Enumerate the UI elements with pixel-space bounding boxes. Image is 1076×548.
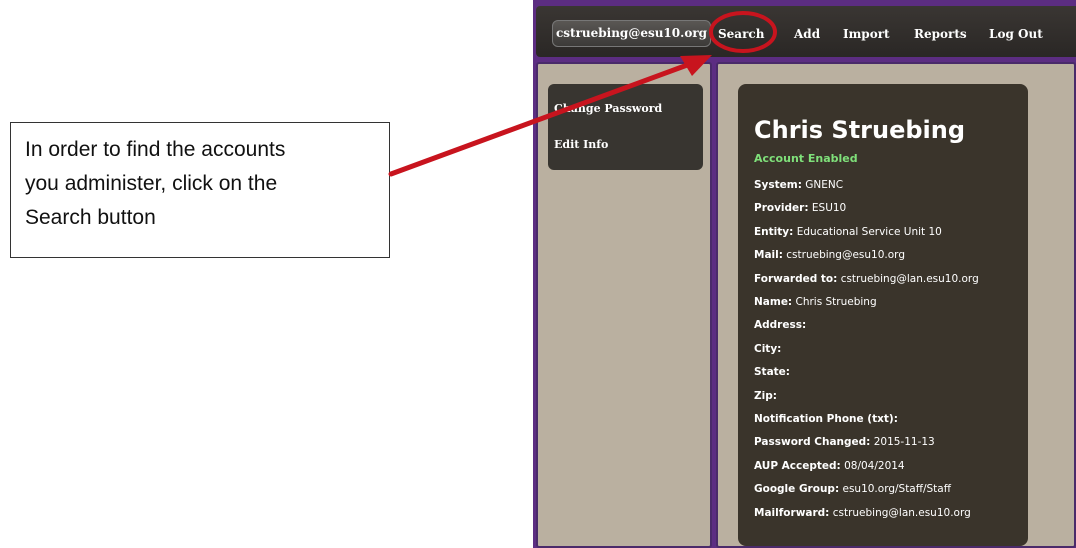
profile-field: Address: [754, 319, 806, 331]
profile-field-key: Provider: [754, 202, 809, 215]
profile-field-key: Mail: [754, 249, 783, 262]
callout-line-1: In order to find the accounts [25, 138, 286, 161]
profile-name: Chris Struebing [754, 116, 966, 144]
profile-field-value: esu10.org/Staff/Staff [842, 483, 951, 496]
profile-field-value: Educational Service Unit 10 [796, 225, 942, 238]
profile-field: Name: Chris Struebing [754, 296, 877, 308]
profile-field-value: 08/04/2014 [844, 459, 905, 472]
profile-field-key: System: [754, 179, 802, 191]
profile-field: Mailforward: cstruebing@lan.esu10.org [754, 507, 971, 519]
profile-field: State: [754, 366, 790, 378]
nav-reports[interactable]: Reports [914, 27, 967, 41]
profile-field: City: [754, 343, 781, 355]
profile-field-key: Address: [754, 319, 807, 332]
profile-field-key: Name: [754, 296, 793, 308]
profile-field-value: cstruebing@lan.esu10.org [832, 506, 971, 519]
profile-field-key: Mailforward: [754, 506, 830, 519]
profile-field-key: AUP Accepted: [754, 459, 841, 472]
profile-field: AUP Accepted: 08/04/2014 [754, 460, 905, 472]
profile-field: Zip: [754, 390, 777, 402]
profile-field: Forwarded to: cstruebing@lan.esu10.org [754, 273, 979, 285]
profile-field-value: cstruebing@esu10.org [786, 249, 905, 262]
profile-field: Mail: cstruebing@esu10.org [754, 249, 905, 261]
profile-field-key: Google Group: [754, 483, 840, 496]
profile-field: Provider: ESU10 [754, 202, 846, 214]
profile-field-value: Chris Struebing [795, 296, 877, 308]
profile-field-key: Entity: [754, 225, 794, 238]
nav-import[interactable]: Import [843, 27, 890, 41]
main-panel: Chris Struebing Account Enabled System: … [716, 62, 1076, 548]
profile-field-value: cstruebing@lan.esu10.org [840, 272, 979, 285]
profile-field-key: Notification Phone (txt): [754, 413, 898, 425]
profile-field-key: State: [754, 366, 791, 379]
profile-field: Notification Phone (txt): [754, 413, 898, 425]
profile-field-value: ESU10 [811, 202, 847, 215]
profile-field: System: GNENC [754, 179, 843, 191]
profile-field: Entity: Educational Service Unit 10 [754, 226, 942, 238]
app-window: cstruebing@esu10.org Search Add Import R… [533, 0, 1076, 548]
profile-field: Password Changed: 2015-11-13 [754, 436, 935, 448]
callout-line-2: you administer, click on the [25, 172, 278, 195]
instruction-callout: In order to find the accounts you admini… [10, 122, 390, 258]
top-nav-bar: cstruebing@esu10.org Search Add Import R… [536, 6, 1076, 57]
nav-add[interactable]: Add [794, 27, 820, 41]
sidebar-item-change-password[interactable]: Change Password [554, 102, 662, 115]
user-account-button[interactable]: cstruebing@esu10.org [552, 20, 711, 47]
account-status: Account Enabled [754, 152, 858, 165]
profile-field-value: GNENC [805, 179, 844, 191]
sidebar-item-edit-info[interactable]: Edit Info [554, 138, 608, 151]
profile-field-key: Zip: [754, 389, 777, 402]
profile-field-key: Forwarded to: [754, 272, 838, 285]
profile-field: Google Group: esu10.org/Staff/Staff [754, 483, 951, 495]
profile-field-key: Password Changed: [754, 436, 871, 449]
profile-field-value: 2015-11-13 [873, 436, 935, 449]
sidebar-menu: Change Password Edit Info [548, 84, 703, 170]
profile-card: Chris Struebing Account Enabled System: … [738, 84, 1028, 546]
sidebar-panel: Change Password Edit Info [536, 62, 712, 548]
nav-log-out[interactable]: Log Out [989, 27, 1043, 41]
nav-search[interactable]: Search [718, 27, 764, 41]
profile-field-key: City: [754, 342, 782, 355]
callout-line-3: Search button [25, 206, 156, 229]
